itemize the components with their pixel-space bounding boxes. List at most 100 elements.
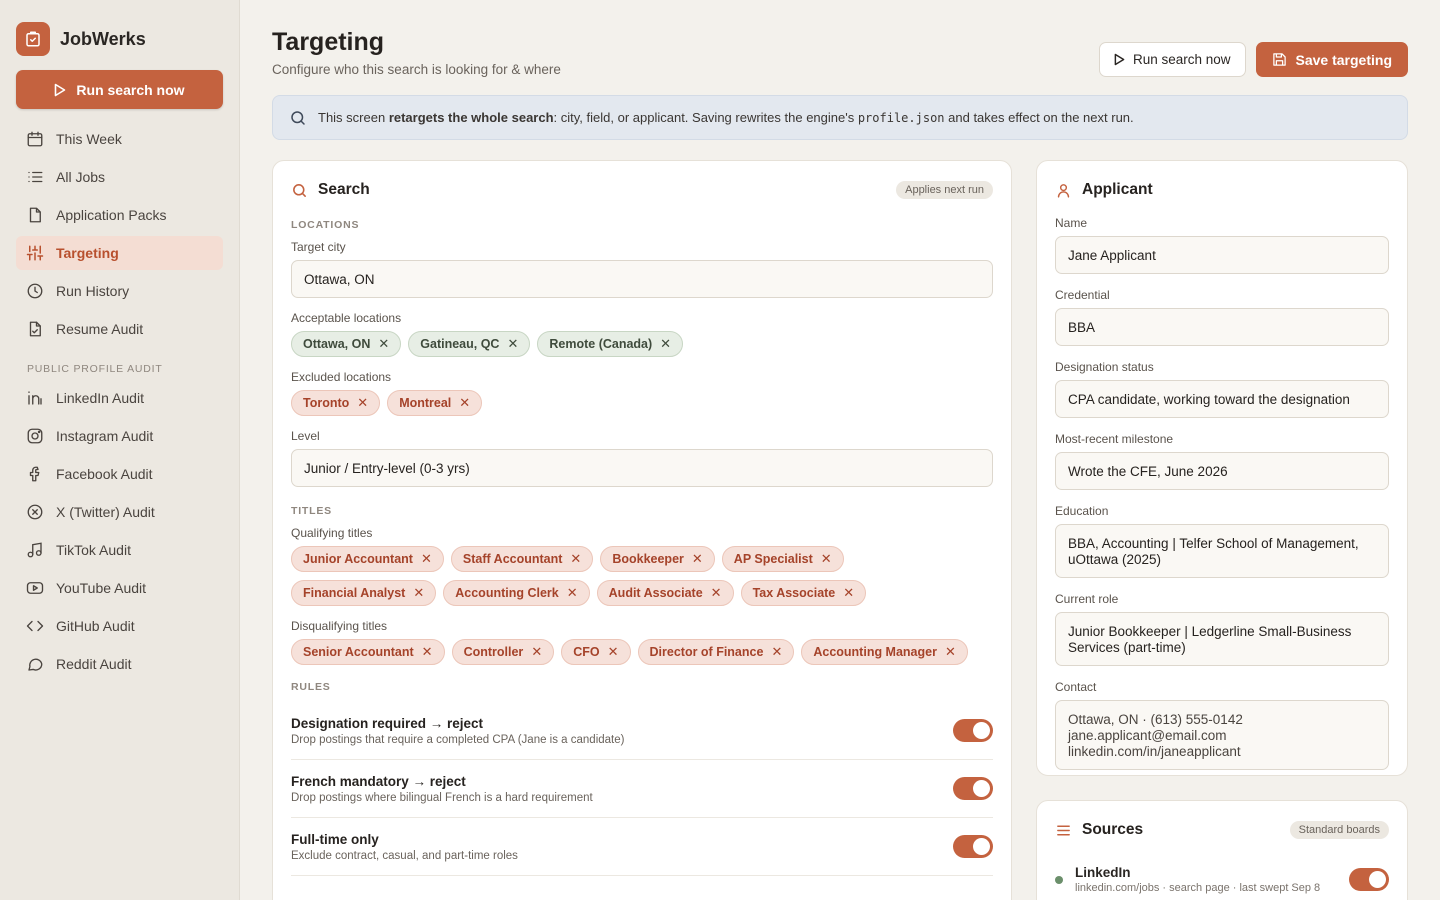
close-icon[interactable]: ✕ (945, 644, 956, 660)
sidebar-item-this-week[interactable]: This Week (16, 122, 223, 156)
rule-description: Exclude contract, casual, and part-time … (291, 849, 518, 862)
name-input[interactable]: Jane Applicant (1055, 236, 1389, 274)
close-icon[interactable]: ✕ (711, 585, 722, 601)
tag-chip[interactable]: CFO ✕ (561, 639, 631, 665)
contact-textarea[interactable]: Ottawa, ON · (613) 555-0142 jane.applica… (1055, 700, 1389, 770)
sidebar-item-instagram-audit[interactable]: Instagram Audit (16, 419, 223, 453)
close-icon[interactable]: ✕ (378, 336, 389, 352)
linkedin-icon (28, 391, 42, 405)
close-icon[interactable]: ✕ (567, 585, 578, 601)
sliders-icon (26, 245, 44, 261)
list-icon (28, 171, 43, 183)
close-icon[interactable]: ✕ (608, 644, 619, 660)
briefcase-check-icon (16, 22, 50, 56)
sidebar-item-resume-audit[interactable]: Resume Audit (16, 312, 223, 346)
source-toggle[interactable] (1349, 868, 1389, 891)
close-icon[interactable]: ✕ (843, 585, 854, 601)
sidebar-item-label: YouTube Audit (56, 580, 147, 596)
designation-input[interactable]: CPA candidate, working toward the design… (1055, 380, 1389, 418)
rule-title: Full-time only (291, 831, 379, 847)
sidebar-item-label: Resume Audit (56, 321, 144, 337)
source-meta: linkedin.com/jobs · search page · last s… (1075, 882, 1321, 894)
sidebar-item-label: TikTok Audit (56, 542, 131, 558)
sidebar-item-youtube-audit[interactable]: YouTube Audit (16, 571, 223, 605)
clock-icon (27, 283, 43, 299)
excluded-locations-tags: Toronto ✕ Montreal ✕ (291, 390, 993, 416)
acceptable-locations-tags: Ottawa, ON ✕ Gatineau, QC ✕ Remote (Canada… (291, 331, 993, 357)
tag-chip[interactable]: Tax Associate ✕ (740, 580, 867, 606)
sidebar-item-github-audit[interactable]: GitHub Audit (16, 609, 223, 643)
target-city-input[interactable]: Ottawa, ON (291, 260, 993, 298)
qualifying-titles-tags: Junior Accountant ✕ Staff Accountant ✕ Boo… (291, 546, 993, 606)
sidebar-item-linkedin-audit[interactable]: LinkedIn Audit (16, 381, 223, 415)
rule-row: Designation required → reject Drop posti… (291, 702, 993, 760)
search-icon (293, 183, 306, 197)
close-icon[interactable]: ✕ (357, 395, 368, 411)
close-icon[interactable]: ✕ (422, 644, 433, 660)
sources-card: Sources Standard boards LinkedIn linkedi… (1036, 800, 1408, 900)
excluded-locations-label: Excluded locations (291, 370, 392, 384)
search-icon (291, 110, 305, 125)
tag-chip[interactable]: Accounting Manager ✕ (801, 639, 968, 665)
tag-chip[interactable]: Remote (Canada) ✕ (537, 331, 684, 357)
tag-chip[interactable]: Gatineau, QC ✕ (408, 331, 531, 357)
tag-chip[interactable]: Staff Accountant ✕ (450, 546, 594, 572)
main-content: Targeting Configure who this search is l… (240, 0, 1440, 900)
education-label: Education (1055, 504, 1109, 518)
close-icon[interactable]: ✕ (570, 551, 581, 567)
sidebar-item-all-jobs[interactable]: All Jobs (16, 160, 223, 194)
tag-chip[interactable]: AP Specialist ✕ (721, 546, 844, 572)
level-select[interactable]: Junior / Entry-level (0-3 yrs) (291, 449, 993, 487)
rule-toggle[interactable] (953, 719, 993, 742)
current-role-input[interactable]: Junior Bookkeeper | Ledgerline Small-Bus… (1055, 612, 1389, 666)
page-subtitle: Configure who this search is looking for… (272, 62, 561, 77)
page-title: Targeting (272, 28, 385, 56)
music-icon (27, 542, 42, 558)
tag-chip[interactable]: Montreal ✕ (387, 390, 483, 416)
sidebar-run-search-button[interactable]: Run search now (16, 70, 223, 109)
sidebar-item-x-audit[interactable]: X (Twitter) Audit (16, 495, 223, 529)
brand-name: JobWerks (60, 28, 146, 49)
run-search-label: Run search now (1132, 52, 1231, 67)
close-icon[interactable]: ✕ (459, 395, 470, 411)
sidebar-item-tiktok-audit[interactable]: TikTok Audit (16, 533, 223, 567)
sidebar-item-targeting[interactable]: Targeting (16, 236, 223, 270)
sidebar-item-facebook-audit[interactable]: Facebook Audit (16, 457, 223, 491)
tag-chip[interactable]: Senior Accountant ✕ (291, 639, 445, 665)
tag-chip[interactable]: Ottawa, ON ✕ (291, 331, 402, 357)
file-check-icon (29, 321, 41, 337)
contact-line: linkedin.com/in/janeapplicant (1068, 744, 1241, 759)
tag-chip[interactable]: Toronto ✕ (291, 390, 381, 416)
rules-list: Designation required → reject Drop posti… (291, 702, 993, 876)
tag-chip[interactable]: Director of Finance ✕ (637, 639, 795, 665)
close-icon[interactable]: ✕ (421, 551, 432, 567)
qualifying-titles-label: Qualifying titles (291, 526, 373, 540)
education-input[interactable]: BBA, Accounting | Telfer School of Manag… (1055, 524, 1389, 578)
milestone-input[interactable]: Wrote the CFE, June 2026 (1055, 452, 1389, 490)
name-label: Name (1055, 216, 1088, 230)
code-icon (26, 620, 44, 632)
close-icon[interactable]: ✕ (507, 336, 518, 352)
tag-chip[interactable]: Audit Associate ✕ (596, 580, 734, 606)
tag-chip[interactable]: Controller ✕ (451, 639, 555, 665)
sidebar-item-application-packs[interactable]: Application Packs (16, 198, 223, 232)
sidebar-item-run-history[interactable]: Run History (16, 274, 223, 308)
close-icon[interactable]: ✕ (413, 585, 424, 601)
close-icon[interactable]: ✕ (692, 551, 703, 567)
tag-chip[interactable]: Financial Analyst ✕ (291, 580, 437, 606)
sidebar-item-label: Instagram Audit (56, 428, 154, 444)
tag-chip[interactable]: Junior Accountant ✕ (291, 546, 444, 572)
sidebar-item-label: Reddit Audit (56, 656, 132, 672)
run-search-button[interactable]: Run search now (1098, 42, 1246, 77)
close-icon[interactable]: ✕ (660, 336, 671, 352)
close-icon[interactable]: ✕ (531, 644, 542, 660)
rule-toggle[interactable] (953, 777, 993, 800)
tag-chip[interactable]: Bookkeeper ✕ (600, 546, 715, 572)
tag-chip[interactable]: Accounting Clerk ✕ (443, 580, 590, 606)
save-targeting-button[interactable]: Save targeting (1255, 42, 1408, 77)
rule-toggle[interactable] (953, 835, 993, 858)
close-icon[interactable]: ✕ (771, 644, 782, 660)
credential-input[interactable]: BBA (1055, 308, 1389, 346)
close-icon[interactable]: ✕ (821, 551, 832, 567)
sidebar-item-reddit-audit[interactable]: Reddit Audit (16, 647, 223, 681)
